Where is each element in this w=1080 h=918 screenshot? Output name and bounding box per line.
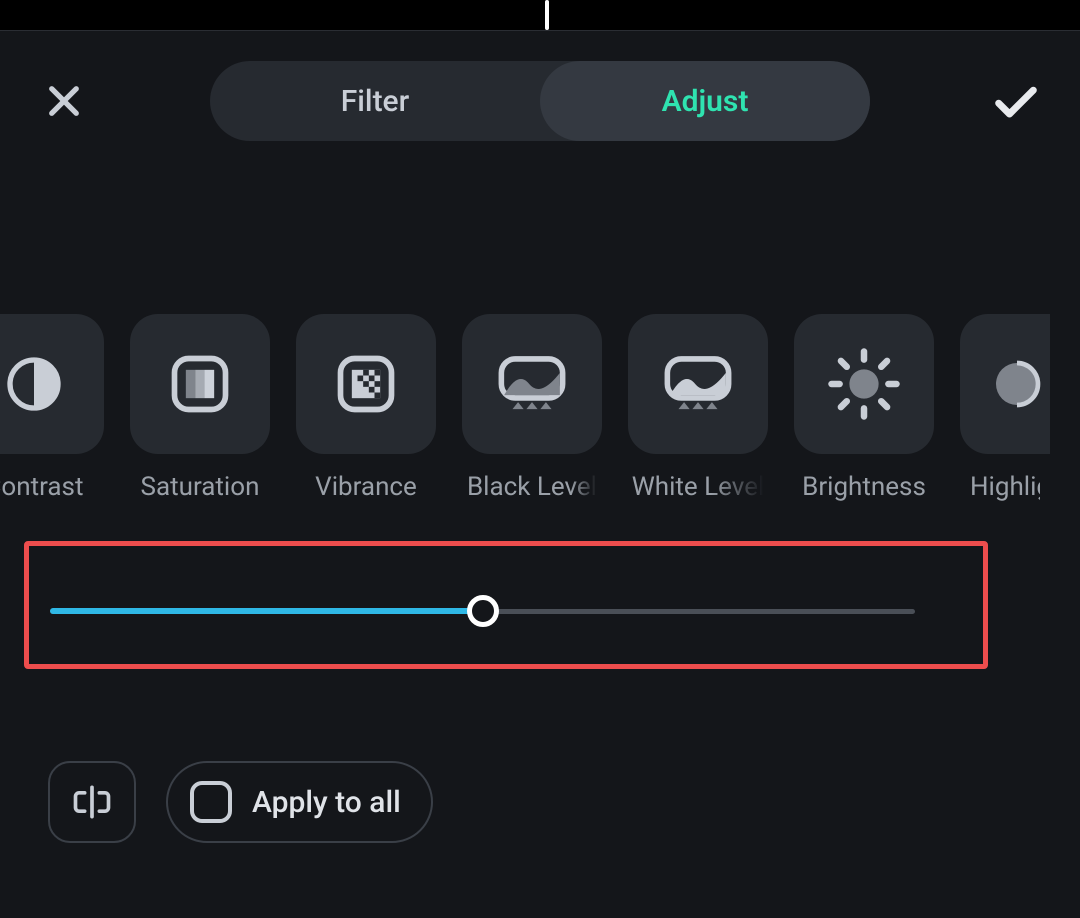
tool-label: Contrast xyxy=(0,472,84,502)
highlights-icon xyxy=(960,314,1050,454)
panel-header: Filter Adjust xyxy=(0,31,1080,141)
footer-actions: Apply to all xyxy=(48,761,433,843)
mode-tabs: Filter Adjust xyxy=(210,61,870,141)
close-icon xyxy=(43,80,85,122)
timeline-preview xyxy=(0,0,1080,30)
tool-brightness[interactable]: Brightness xyxy=(794,314,934,502)
confirm-button[interactable] xyxy=(990,75,1042,127)
contrast-icon xyxy=(0,314,104,454)
slider-thumb[interactable] xyxy=(467,595,499,627)
tool-white-level[interactable]: White Level xyxy=(628,314,768,502)
tool-contrast[interactable]: Contrast xyxy=(0,314,104,502)
tab-adjust[interactable]: Adjust xyxy=(540,61,870,141)
playhead-indicator xyxy=(545,0,549,30)
tool-label: White Level xyxy=(632,472,765,502)
vibrance-icon xyxy=(296,314,436,454)
tool-label: Highlights xyxy=(970,472,1040,502)
white-level-icon xyxy=(628,314,768,454)
slider-fill xyxy=(50,608,483,614)
adjustment-slider[interactable] xyxy=(50,591,915,631)
compare-icon xyxy=(70,780,114,824)
compare-button[interactable] xyxy=(48,761,136,843)
tool-saturation[interactable]: Saturation xyxy=(130,314,270,502)
tool-black-level[interactable]: Black Level xyxy=(462,314,602,502)
apply-to-all-button[interactable]: Apply to all xyxy=(166,761,433,843)
tool-vibrance[interactable]: Vibrance xyxy=(296,314,436,502)
brightness-icon xyxy=(794,314,934,454)
adjust-panel: Filter Adjust Contrast Saturation Vibran… xyxy=(0,30,1080,918)
tab-filter[interactable]: Filter xyxy=(210,61,540,141)
tool-label: Vibrance xyxy=(315,472,417,502)
saturation-icon xyxy=(130,314,270,454)
checkbox-icon xyxy=(190,781,232,823)
check-icon xyxy=(990,75,1042,127)
tool-label: Black Level xyxy=(467,472,597,502)
tool-label: Brightness xyxy=(802,472,926,502)
apply-to-all-label: Apply to all xyxy=(252,785,401,820)
tool-highlights[interactable]: Highlights xyxy=(960,314,1050,502)
tool-label: Saturation xyxy=(141,472,260,502)
black-level-icon xyxy=(462,314,602,454)
adjustment-tools-strip[interactable]: Contrast Saturation Vibrance Black Level xyxy=(0,314,1080,502)
close-button[interactable] xyxy=(38,75,90,127)
